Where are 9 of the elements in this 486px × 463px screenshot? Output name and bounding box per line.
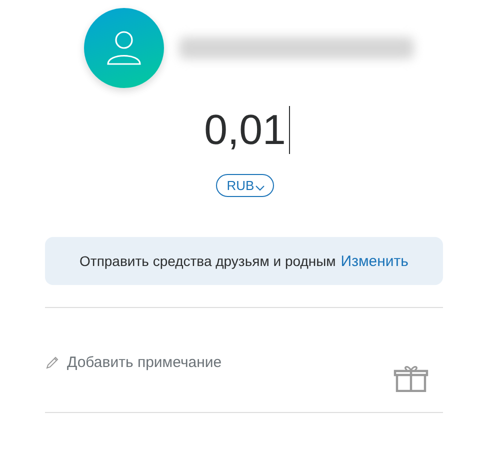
change-link[interactable]: Изменить <box>340 252 408 270</box>
gift-icon[interactable] <box>393 364 429 392</box>
chevron-icon <box>255 184 266 190</box>
pencil-icon <box>45 356 59 370</box>
info-text: Отправить средства друзьям и родным <box>80 253 336 269</box>
person-icon <box>104 28 144 68</box>
amount-input[interactable]: 0,01 <box>204 106 290 154</box>
currency-dropdown[interactable]: RUB <box>216 174 274 197</box>
text-cursor <box>288 106 290 154</box>
